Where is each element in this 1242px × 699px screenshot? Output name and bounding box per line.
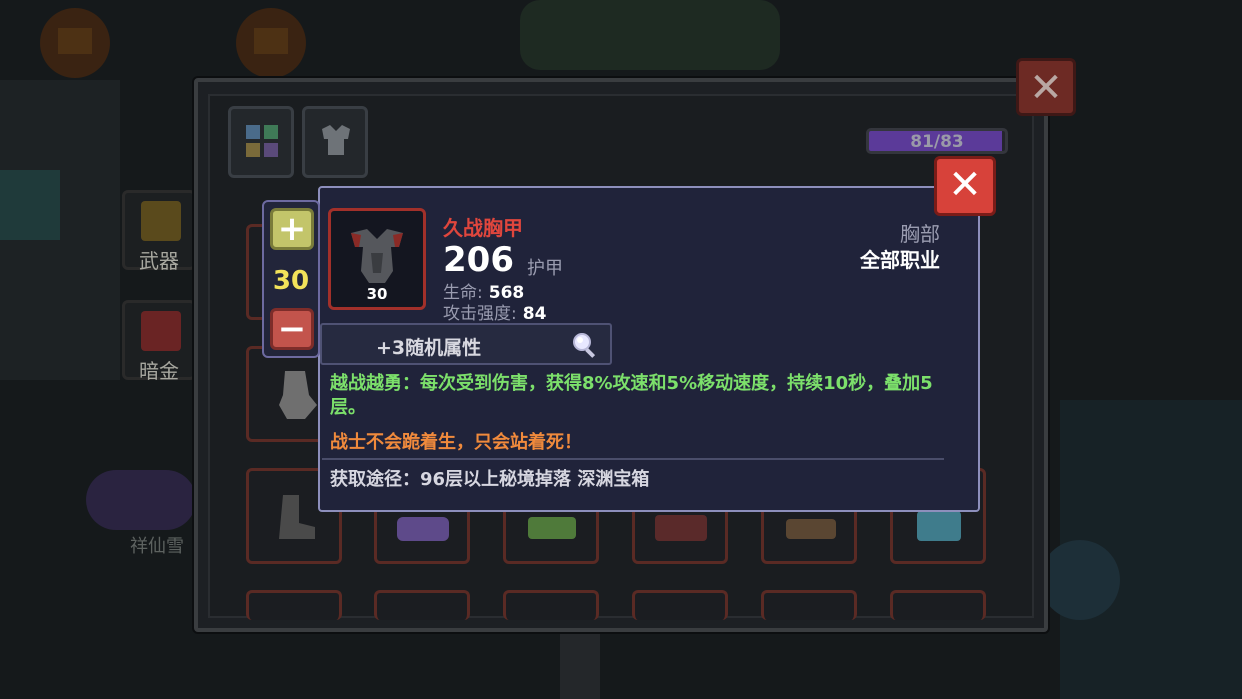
level-value: 30 [272,266,310,296]
grid-icon [244,123,280,159]
tooltip-close-button[interactable]: ✕ [934,156,996,216]
brown-item-icon [786,519,836,539]
inventory-slot[interactable] [761,590,857,620]
decrease-level-button[interactable]: − [270,308,314,350]
tooltip-divider [322,458,944,460]
armor-value: 206 [443,240,514,280]
pet-silhouette [86,470,196,530]
red-armor-item-icon [655,515,707,541]
background-platform [520,0,780,70]
inventory-slot[interactable] [503,590,599,620]
weapon-side-button[interactable]: 武器 [122,190,196,273]
teal-boots-item-icon [917,511,961,541]
character-name-label: 祥仙雪 [130,536,184,557]
random-affix-row[interactable]: +3随机属性 [320,323,612,365]
equipment-slot-type: 胸部 [900,222,940,246]
inventory-capacity-bar: 81/83 [866,128,1008,154]
item-source-text: 获取途径：96层以上秘境掉落 深渊宝箱 [330,469,650,490]
flavor-text: 战士不会跪着生，只会站着死！ [330,432,582,453]
armor-tab-icon [322,125,350,155]
dark-gold-icon [141,311,181,351]
item-name: 久战胸甲 [443,216,523,240]
purple-item-icon [397,517,449,541]
inventory-capacity-text: 81/83 [910,132,964,152]
inventory-slot[interactable] [246,590,342,620]
gauntlet-item-icon [279,371,317,419]
magnifier-icon[interactable] [570,331,602,361]
weapon-side-label: 武器 [139,249,179,273]
class-requirement: 全部职业 [860,248,940,272]
stat-key: 攻击强度: [443,304,517,324]
dark-gold-side-button[interactable]: 暗金 [122,300,196,383]
lantern-icon [40,8,110,78]
random-affix-label: +3随机属性 [376,337,482,359]
inventory-close-button[interactable]: ✕ [1016,58,1076,116]
increase-level-button[interactable]: + [270,208,314,250]
level-stepper: + 30 − [262,200,320,358]
tab-armor[interactable] [302,106,368,178]
plus-icon: + [277,209,307,249]
stat-value: 84 [522,304,547,324]
item-level-badge: 30 [366,285,388,303]
background-orb [1040,540,1120,620]
dark-gold-side-label: 暗金 [139,359,179,383]
armor-label: 护甲 [527,258,563,279]
boots-item-icon [279,495,315,539]
inventory-slot[interactable] [632,590,728,620]
background-screen [0,170,60,240]
chest-armor-icon [351,229,403,283]
background-post [560,632,600,699]
tab-all-items[interactable] [228,106,294,178]
inventory-slot[interactable] [374,590,470,620]
lantern-icon [236,8,306,78]
inventory-slot[interactable] [890,590,986,620]
stat-row-attack: 攻击强度: 84 [443,299,546,324]
item-icon-frame: 30 [328,208,426,310]
weapon-icon [141,201,181,241]
close-icon: ✕ [948,162,982,208]
close-icon: ✕ [1029,65,1063,111]
minus-icon: − [277,309,307,349]
green-item-icon [528,517,576,539]
passive-effect-text: 越战越勇：每次受到伤害，获得8%攻速和5%移动速度，持续10秒，叠加5层。 [330,373,933,418]
